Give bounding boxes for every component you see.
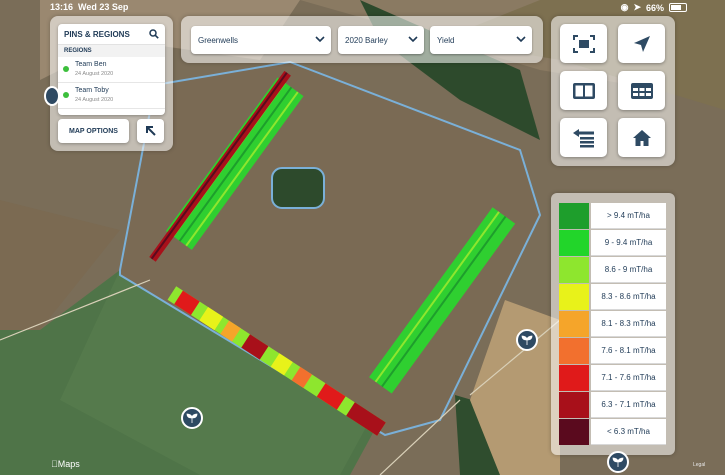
- sprout-icon: [186, 413, 198, 423]
- region-item[interactable]: Team Ben 24 August 2020: [58, 57, 165, 83]
- apple-logo-icon: : [51, 459, 58, 469]
- layer-select[interactable]: Yield: [430, 26, 532, 54]
- arrow-up-left-icon: [145, 126, 156, 136]
- layers-swap-button[interactable]: [560, 118, 607, 157]
- status-right: ◉ ➤ 66%: [621, 2, 687, 13]
- legend-label: 7.6 - 8.1 mT/ha: [591, 338, 666, 364]
- wifi-icon: ◉: [620, 2, 629, 12]
- map-options-button[interactable]: MAP OPTIONS: [58, 119, 129, 143]
- legal-link[interactable]: Legal: [693, 462, 705, 468]
- legend-row: 8.6 - 9 mT/ha: [559, 257, 666, 283]
- search-icon[interactable]: [149, 29, 159, 39]
- battery-percent: 66%: [645, 2, 664, 13]
- legend-label: 6.3 - 7.1 mT/ha: [591, 392, 666, 418]
- map-pin[interactable]: [607, 451, 629, 473]
- chevron-down-icon: [408, 36, 418, 43]
- region-item[interactable]: Team Toby 24 August 2020: [58, 83, 165, 109]
- battery-icon: [669, 3, 687, 12]
- legend-label: > 9.4 mT/ha: [591, 203, 666, 229]
- sprout-icon: [521, 335, 533, 345]
- split-view-icon: [572, 82, 595, 99]
- split-view-button[interactable]: [560, 71, 607, 110]
- location-status-icon: ➤: [633, 2, 641, 12]
- legend-row: 6.3 - 7.1 mT/ha: [559, 392, 666, 418]
- chevron-down-icon: [516, 36, 526, 43]
- status-time: 13:16 Wed 23 Sep: [50, 2, 129, 12]
- legend-label: 8.3 - 8.6 mT/ha: [591, 284, 666, 310]
- legend-swatch: [559, 392, 589, 418]
- legend-swatch: [559, 311, 589, 337]
- legend-swatch: [559, 284, 589, 310]
- crop-select-value: 2020 Barley: [345, 35, 388, 45]
- map-pin-partial[interactable]: [44, 86, 60, 106]
- yield-legend: > 9.4 mT/ha 9 - 9.4 mT/ha 8.6 - 9 mT/ha …: [551, 193, 675, 455]
- region-status-dot: [63, 66, 69, 72]
- legend-row: 7.6 - 8.1 mT/ha: [559, 338, 666, 364]
- locate-button[interactable]: [618, 24, 665, 63]
- maps-attribution: Maps: [51, 459, 80, 469]
- locate-arrow-icon: [633, 35, 650, 52]
- legend-swatch: [559, 365, 589, 391]
- table-icon: [630, 82, 653, 99]
- sprout-icon: [612, 457, 624, 467]
- region-name: Team Ben: [75, 61, 107, 68]
- legend-swatch: [559, 257, 589, 283]
- legend-label: < 6.3 mT/ha: [591, 419, 666, 445]
- pins-header[interactable]: PINS & REGIONS: [58, 24, 165, 45]
- farm-select-value: Greenwells: [198, 35, 239, 45]
- region-status-dot: [63, 92, 69, 98]
- fit-view-icon: [572, 34, 595, 53]
- legend-label: 8.6 - 9 mT/ha: [591, 257, 666, 283]
- pins-title: PINS & REGIONS: [64, 29, 130, 39]
- layers-swap-icon: [572, 128, 594, 147]
- farm-select[interactable]: Greenwells: [191, 26, 331, 54]
- table-view-button[interactable]: [618, 71, 665, 110]
- region-date: 24 August 2020: [75, 97, 114, 103]
- legend-swatch: [559, 203, 589, 229]
- layer-select-value: Yield: [437, 35, 455, 45]
- region-name: Team Toby: [75, 87, 109, 94]
- regions-header: REGIONS: [58, 45, 165, 57]
- home-icon: [632, 129, 651, 146]
- legend-row: 8.3 - 8.6 mT/ha: [559, 284, 666, 310]
- legend-row: < 6.3 mT/ha: [559, 419, 666, 445]
- legend-row: > 9.4 mT/ha: [559, 203, 666, 229]
- legend-swatch: [559, 338, 589, 364]
- map-pin[interactable]: [516, 329, 538, 351]
- pins-regions-card: PINS & REGIONS REGIONS Team Ben 24 Augus…: [58, 24, 165, 115]
- collapse-panel-button[interactable]: [137, 119, 164, 143]
- legend-swatch: [559, 230, 589, 256]
- fit-view-button[interactable]: [560, 24, 607, 63]
- crop-select[interactable]: 2020 Barley: [338, 26, 424, 54]
- map-pin[interactable]: [181, 407, 203, 429]
- region-date: 24 August 2020: [75, 71, 114, 77]
- legend-label: 7.1 - 7.6 mT/ha: [591, 365, 666, 391]
- legend-label: 9 - 9.4 mT/ha: [591, 230, 666, 256]
- legend-row: 9 - 9.4 mT/ha: [559, 230, 666, 256]
- status-bar: 13:16 Wed 23 Sep ◉ ➤ 66%: [0, 0, 725, 14]
- legend-swatch: [559, 419, 589, 445]
- home-button[interactable]: [618, 118, 665, 157]
- legend-label: 8.1 - 8.3 mT/ha: [591, 311, 666, 337]
- legend-row: 8.1 - 8.3 mT/ha: [559, 311, 666, 337]
- legend-row: 7.1 - 7.6 mT/ha: [559, 365, 666, 391]
- chevron-down-icon: [315, 36, 325, 43]
